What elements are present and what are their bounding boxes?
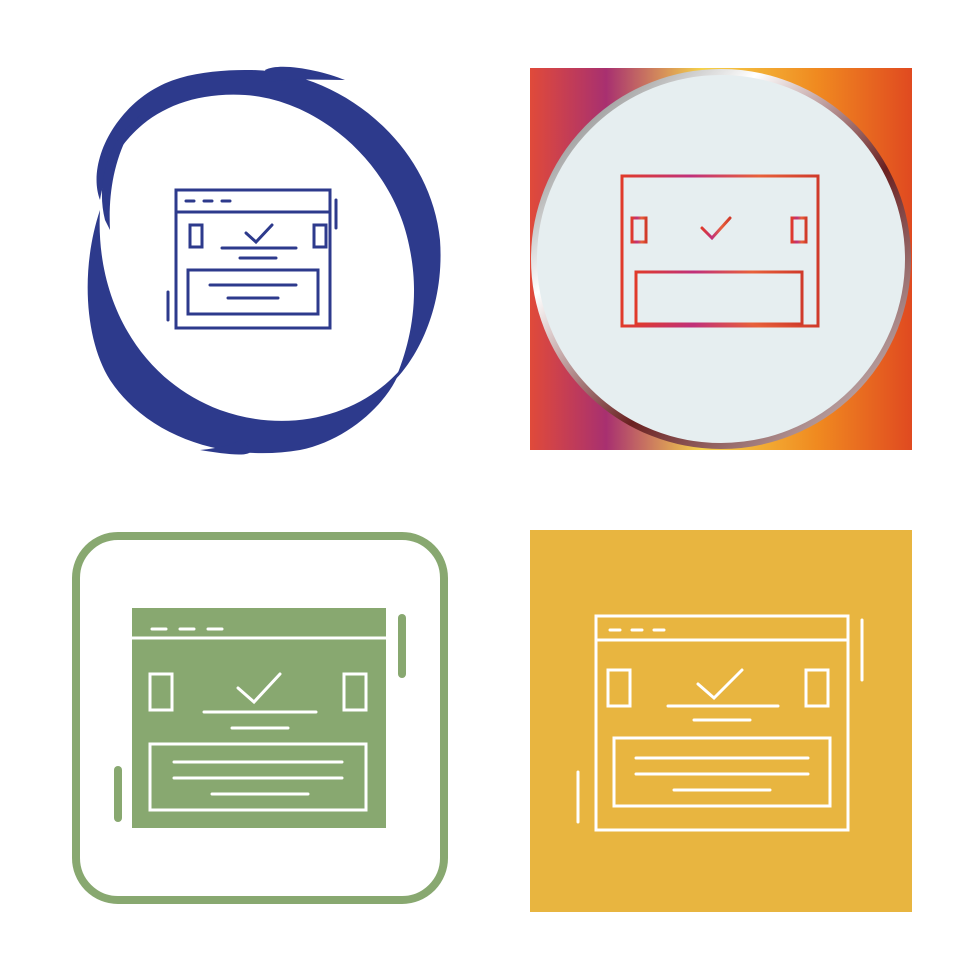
icon-variant-gradient xyxy=(490,0,980,490)
browser-window xyxy=(166,188,338,330)
swirl-ring xyxy=(87,66,441,455)
browser-window xyxy=(114,608,406,828)
browser-check-icon xyxy=(530,530,912,912)
icon-variant-blue xyxy=(0,0,490,490)
icon-variant-yellow xyxy=(490,490,980,980)
browser-check-icon xyxy=(72,532,448,904)
browser-check-icon xyxy=(87,66,441,455)
icon-variant-green xyxy=(0,490,490,980)
browser-check-icon xyxy=(530,68,912,450)
